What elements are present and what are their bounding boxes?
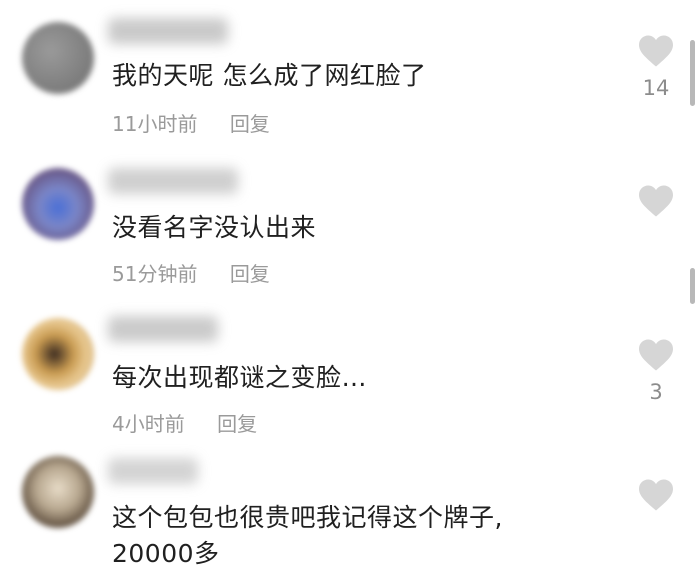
comment-text: 我的天呢 怎么成了网红脸了 (112, 61, 427, 90)
heart-icon (639, 339, 673, 371)
like-button[interactable]: 14 (634, 34, 678, 100)
comment-time: 11小时前 (112, 112, 198, 136)
username-blurred[interactable] (108, 18, 228, 44)
heart-icon (639, 35, 673, 67)
heart-icon (639, 185, 673, 217)
reply-button[interactable]: 回复 (230, 112, 270, 136)
comment-time: 4小时前 (112, 412, 185, 436)
like-count: 14 (642, 76, 670, 100)
reply-button[interactable]: 回复 (217, 412, 257, 436)
avatar[interactable] (22, 318, 94, 390)
comment-meta: 11小时前 回复 (112, 108, 270, 137)
username-blurred[interactable] (108, 168, 238, 194)
comment-meta: 51分钟前 回复 (112, 258, 270, 287)
avatar[interactable] (22, 456, 94, 528)
comment-meta: 4小时前 回复 (112, 408, 257, 437)
username-blurred[interactable] (108, 316, 218, 342)
comment-text: 没看名字没认出来 (112, 213, 317, 242)
heart-icon (639, 479, 673, 511)
like-button[interactable] (634, 184, 678, 226)
like-button[interactable]: 3 (634, 338, 678, 404)
avatar[interactable] (22, 22, 94, 94)
scrollbar-thumb[interactable] (690, 40, 695, 106)
comment-text-line1: 这个包包也很贵吧我记得这个牌子, (112, 503, 503, 532)
reply-button[interactable]: 回复 (230, 262, 270, 286)
like-count: 3 (649, 380, 663, 404)
like-button[interactable] (634, 478, 678, 520)
comment-time: 51分钟前 (112, 262, 198, 286)
scrollbar-thumb[interactable] (690, 268, 695, 304)
comment-text-line2: 20000多 (112, 539, 220, 568)
comment-text: 每次出现都谜之变脸… (112, 363, 368, 392)
username-blurred[interactable] (108, 458, 198, 484)
avatar[interactable] (22, 168, 94, 240)
